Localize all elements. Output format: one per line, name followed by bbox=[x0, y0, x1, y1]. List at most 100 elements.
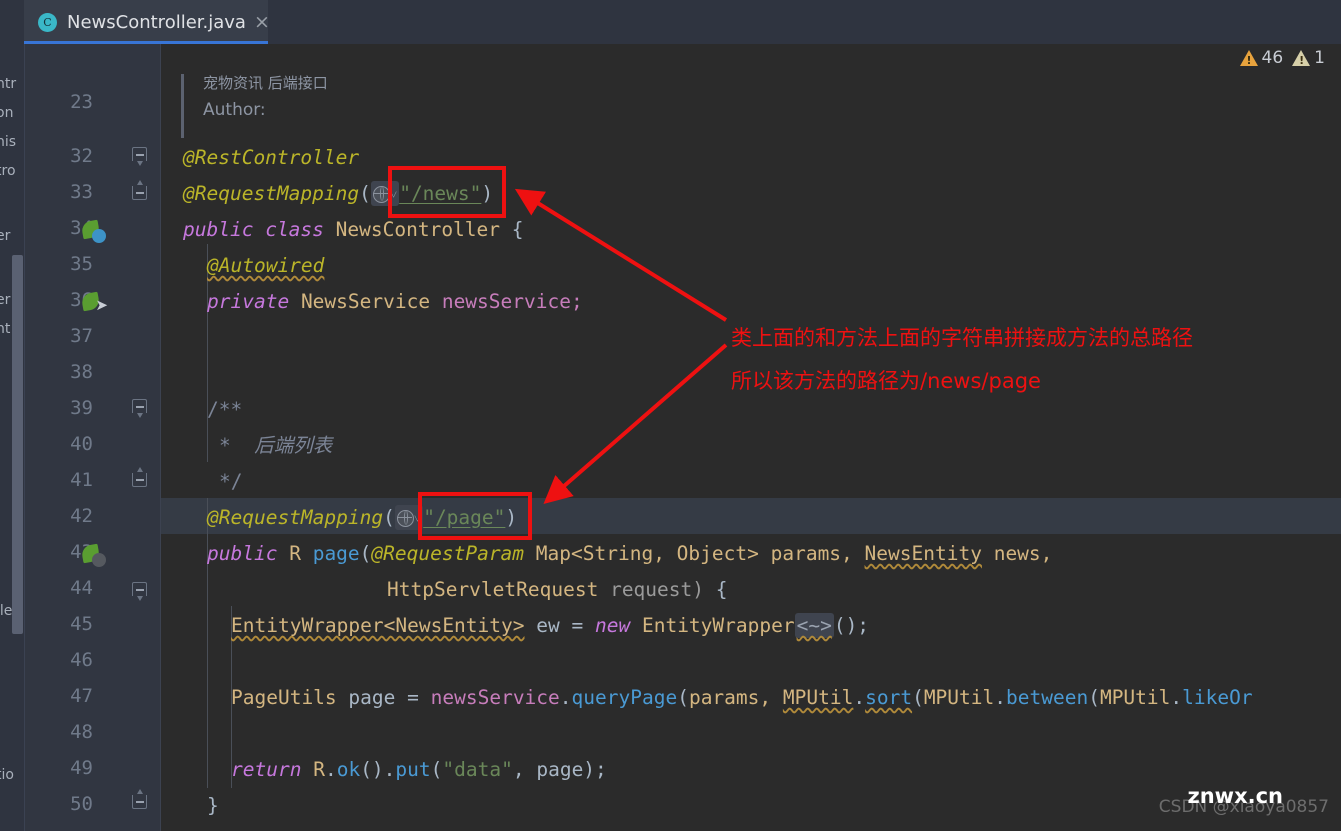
arg-params: params, bbox=[688, 686, 772, 709]
brace-open: { bbox=[715, 578, 728, 601]
project-tree-item-fragment[interactable]: nt bbox=[0, 321, 10, 337]
code-line-41[interactable]: */ bbox=[219, 472, 242, 492]
type-mputil: MPUtil bbox=[782, 686, 854, 709]
brace-close: } bbox=[207, 794, 219, 817]
project-tree-item-fragment[interactable]: on bbox=[0, 105, 13, 121]
diamond-type-hint[interactable]: <~> bbox=[794, 613, 834, 638]
warning-group[interactable]: ! 46 bbox=[1239, 48, 1283, 68]
project-tree-item-fragment[interactable]: tio bbox=[0, 767, 14, 783]
editor-tab-bar: C NewsController.java × bbox=[24, 0, 1341, 44]
fold-marker-method-end[interactable] bbox=[132, 789, 147, 809]
annotation-rest-controller: @RestController bbox=[183, 146, 360, 169]
project-tree-item-fragment[interactable]: his bbox=[0, 134, 16, 150]
line-number: 33 bbox=[70, 181, 93, 203]
line-number: 23 bbox=[70, 91, 93, 113]
weak-warning-group[interactable]: ! 1 bbox=[1292, 48, 1325, 68]
panel-divider bbox=[24, 0, 25, 831]
intellij-editor-window: ntr on his tro er er nt lle tio C NewsCo… bbox=[0, 0, 1341, 831]
line-number: 40 bbox=[70, 433, 93, 455]
fold-marker-class[interactable] bbox=[132, 147, 147, 166]
project-tree-item-fragment[interactable]: ntr bbox=[0, 76, 16, 92]
fold-marker-javadoc-end[interactable] bbox=[132, 467, 147, 487]
code-content[interactable]: 宠物资讯 后端接口 Author: @RestController @Reque… bbox=[161, 44, 1341, 831]
keyword-return: return bbox=[231, 758, 302, 781]
method-ok: ok bbox=[336, 758, 361, 781]
line-number: 37 bbox=[70, 325, 93, 347]
javadoc-star: * bbox=[219, 434, 231, 457]
method-put: put bbox=[395, 758, 431, 781]
javadoc-text: 后端列表 bbox=[254, 434, 333, 457]
spring-bean-gutter-icon[interactable] bbox=[80, 219, 106, 243]
javadoc-open: /** bbox=[207, 398, 243, 421]
editor-gutter[interactable]: 23 32 33 34 35 36 37 38 39 40 41 42 43 4… bbox=[25, 44, 160, 831]
type-mputil: MPUtil bbox=[1099, 686, 1171, 709]
code-line-50[interactable]: } bbox=[207, 796, 219, 816]
code-line-32[interactable]: @RestController bbox=[183, 148, 359, 168]
annotation-line-1: 类上面的和方法上面的字符串拼接成方法的总路径 bbox=[731, 326, 1193, 350]
line-number: 46 bbox=[70, 649, 93, 671]
method-name-page: page bbox=[312, 542, 360, 565]
type-entity-wrapper: EntityWrapper bbox=[641, 614, 795, 637]
weak-warning-count: 1 bbox=[1314, 48, 1325, 68]
project-tree-item-fragment[interactable]: tro bbox=[0, 163, 16, 179]
code-line-49[interactable]: return R.ok().put("data", page); bbox=[231, 760, 607, 780]
dot: . bbox=[559, 686, 572, 709]
code-line-47[interactable]: PageUtils page = newsService.queryPage(p… bbox=[231, 688, 1253, 708]
method-query-page: queryPage bbox=[571, 686, 678, 709]
project-tree-item-fragment[interactable]: lle bbox=[0, 603, 12, 619]
spring-mapping-gutter-icon[interactable] bbox=[80, 543, 106, 567]
code-line-43[interactable]: public R page(@RequestParam Map<String, … bbox=[207, 544, 1052, 564]
code-line-35[interactable]: @Autowired bbox=[207, 256, 324, 276]
code-line-34[interactable]: public class NewsController { bbox=[183, 220, 524, 240]
tab-news-controller[interactable]: C NewsController.java × bbox=[24, 0, 270, 44]
string-data: "data" bbox=[442, 758, 513, 781]
fold-marker-javadoc[interactable] bbox=[132, 399, 147, 418]
type-entity-wrapper-generic: EntityWrapper<NewsEntity> bbox=[231, 614, 525, 637]
line-number: 44 bbox=[70, 577, 93, 599]
close-icon[interactable]: × bbox=[254, 12, 270, 32]
spring-autowired-gutter-icon[interactable]: ➤ bbox=[80, 291, 108, 313]
line-number: 45 bbox=[70, 613, 93, 635]
fold-marker-method[interactable] bbox=[132, 582, 147, 601]
annotation-request-param: @RequestParam bbox=[371, 542, 525, 565]
project-tree-item-fragment[interactable]: er bbox=[0, 292, 10, 308]
arg-page: page); bbox=[536, 758, 607, 781]
code-line-45[interactable]: EntityWrapper<NewsEntity> ew = new Entit… bbox=[231, 613, 870, 638]
code-line-44[interactable]: HttpServletRequest request) { bbox=[387, 580, 728, 600]
javadoc-title: 宠物资讯 后端接口 bbox=[203, 74, 328, 92]
brace-open: { bbox=[511, 218, 524, 241]
operator-equals: = bbox=[407, 686, 419, 709]
fold-marker-class-end[interactable] bbox=[132, 180, 147, 200]
field-ref-news-service: newsService bbox=[430, 686, 560, 709]
annotation-request-mapping-method: @RequestMapping bbox=[207, 506, 384, 529]
line-number: 49 bbox=[70, 757, 93, 779]
call-end: (); bbox=[833, 614, 870, 637]
javadoc-left-bar bbox=[181, 74, 184, 138]
inspection-widget[interactable]: ! 46 ! 1 bbox=[1239, 48, 1325, 68]
line-number: 32 bbox=[70, 145, 93, 167]
param-news: news, bbox=[993, 542, 1053, 565]
globe-icon bbox=[396, 510, 414, 527]
project-tree-item-fragment[interactable]: er bbox=[0, 228, 10, 244]
project-panel-strip[interactable]: ntr on his tro er er nt lle tio bbox=[0, 0, 24, 831]
code-editor[interactable]: 23 32 33 34 35 36 37 38 39 40 41 42 43 4… bbox=[25, 44, 1341, 831]
operator-equals: = bbox=[571, 614, 584, 637]
project-panel-scrollbar[interactable] bbox=[12, 255, 23, 634]
type-http-servlet-request: HttpServletRequest bbox=[387, 578, 599, 601]
javadoc-rendered-block[interactable]: 宠物资讯 后端接口 Author: bbox=[181, 72, 1081, 142]
page-path-highlight-box bbox=[418, 492, 532, 540]
type-news-entity: NewsEntity bbox=[864, 542, 982, 565]
keyword-public: public bbox=[183, 218, 254, 241]
keyword-private: private bbox=[207, 290, 290, 313]
annotation-line-2: 所以该方法的路径为/news/page bbox=[731, 369, 1041, 393]
method-like-or: likeOr bbox=[1182, 686, 1253, 709]
tab-label: NewsController.java bbox=[67, 11, 246, 33]
line-number: 48 bbox=[70, 721, 93, 743]
keyword-public: public bbox=[207, 542, 278, 565]
line-number: 39 bbox=[70, 397, 93, 419]
javadoc-author-label: Author: bbox=[203, 100, 266, 120]
code-line-36[interactable]: private NewsService newsService; bbox=[207, 292, 583, 312]
type-page-utils: PageUtils bbox=[231, 686, 337, 709]
code-line-40[interactable]: * 后端列表 bbox=[219, 436, 332, 456]
code-line-39[interactable]: /** bbox=[207, 400, 242, 420]
